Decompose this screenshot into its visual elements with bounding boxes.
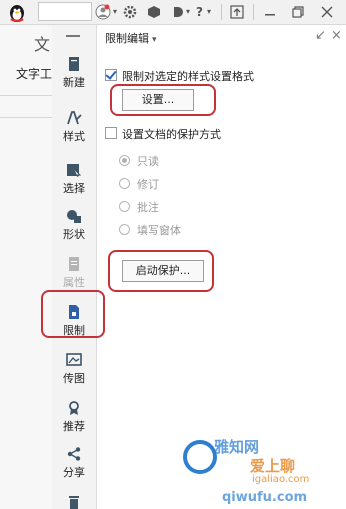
hexagon-icon[interactable] <box>147 5 161 19</box>
sidebar-item-recommend[interactable]: 推荐 <box>52 393 96 439</box>
radio-button[interactable] <box>119 155 130 166</box>
watermark-bottom: qiwufu.com <box>222 490 308 505</box>
select-icon <box>67 164 82 177</box>
collapse-icon[interactable] <box>66 35 80 37</box>
task-pane-sidebar: 新建 样式 选择 形状 属性 限制 传图 推荐 分享 <box>52 25 97 509</box>
sidebar-item-select[interactable]: 选择 <box>52 155 96 201</box>
restrict-format-label: 限制对选定的样式设置格式 <box>122 70 254 83</box>
sidebar-item-label: 传图 <box>63 372 85 385</box>
divider <box>0 117 52 118</box>
option-label: 批注 <box>137 201 159 214</box>
text-tool-label[interactable]: 文字工 <box>16 65 52 82</box>
chevron-down-icon[interactable]: ▾ <box>207 4 211 20</box>
watermark-brand: 雅知网 <box>214 438 260 456</box>
minimize-icon[interactable] <box>263 5 277 19</box>
restrict-format-row[interactable]: 限制对选定的样式设置格式 <box>105 68 254 84</box>
help-icon[interactable]: ? <box>196 4 203 20</box>
window-restore-icon[interactable] <box>230 5 244 19</box>
highlight-restrict-sidebar-item <box>41 290 105 338</box>
text-tool-icon[interactable]: 文 <box>34 31 50 55</box>
option-track-changes[interactable]: 修订 <box>119 176 159 192</box>
protect-row[interactable]: 设置文档的保护方式 <box>105 126 221 142</box>
divider <box>0 95 52 96</box>
highlight-start-protection-button <box>108 250 214 292</box>
sidebar-item-label: 分享 <box>63 466 85 479</box>
watermark-logo-icon <box>183 440 217 474</box>
new-icon <box>69 57 79 71</box>
sidebar-item-shapes[interactable]: 形状 <box>52 201 96 247</box>
sidebar-item-styles[interactable]: 样式 <box>52 103 96 149</box>
trash-icon[interactable] <box>66 495 82 509</box>
radio-button[interactable] <box>119 224 130 235</box>
sidebar-item-label: 推荐 <box>63 420 85 433</box>
properties-icon <box>69 257 79 271</box>
recommend-icon <box>69 401 79 415</box>
avatar-icon[interactable] <box>95 4 111 20</box>
styles-icon <box>67 111 82 125</box>
ribbon-area: 文 文字工 <box>0 25 52 509</box>
sidebar-item-properties[interactable]: 属性 <box>52 249 96 295</box>
pin-icon[interactable]: ↙ <box>315 28 326 43</box>
watermark-domain: igaliao.com <box>252 474 310 485</box>
option-label: 填写窗体 <box>137 224 181 237</box>
shapes-icon <box>67 210 81 223</box>
settings-icon[interactable] <box>123 5 137 19</box>
option-fill-forms[interactable]: 填写窗体 <box>119 222 181 238</box>
sidebar-item-new[interactable]: 新建 <box>52 49 96 95</box>
sidebar-item-share[interactable]: 分享 <box>52 439 96 485</box>
sidebar-item-upload-image[interactable]: 传图 <box>52 345 96 391</box>
protect-label: 设置文档的保护方式 <box>122 128 221 141</box>
sidebar-item-label: 选择 <box>63 182 85 195</box>
restore-icon[interactable] <box>291 5 305 19</box>
option-label: 修订 <box>137 178 159 191</box>
upload-image-icon <box>66 353 82 366</box>
option-label: 只读 <box>137 155 159 168</box>
panel-title[interactable]: 限制编辑 ▾ <box>105 30 157 46</box>
option-read-only[interactable]: 只读 <box>119 153 159 169</box>
sidebar-item-label: 属性 <box>63 276 85 289</box>
chevron-down-icon[interactable]: ▾ <box>186 4 190 20</box>
qq-penguin-icon[interactable] <box>6 2 28 22</box>
option-comments[interactable]: 批注 <box>119 199 159 215</box>
close-icon[interactable]: × <box>331 28 342 43</box>
chevron-down-icon: ▾ <box>152 35 157 45</box>
undo-icon[interactable] <box>171 5 185 19</box>
sidebar-item-label: 新建 <box>63 76 85 89</box>
protect-checkbox[interactable] <box>105 127 117 139</box>
divider <box>221 4 222 20</box>
highlight-settings-button <box>110 84 216 116</box>
panel-title-text: 限制编辑 <box>105 32 149 45</box>
chevron-down-icon[interactable]: ▾ <box>113 4 117 20</box>
close-icon[interactable] <box>320 5 334 19</box>
radio-button[interactable] <box>119 178 130 189</box>
restrict-format-checkbox[interactable] <box>105 69 117 81</box>
sidebar-item-label: 形状 <box>63 228 85 241</box>
title-bar: ▾ ▾ ? ▾ <box>0 0 346 25</box>
divider <box>253 4 254 20</box>
share-icon <box>67 447 81 461</box>
radio-button[interactable] <box>119 201 130 212</box>
watermark-domain-cn: 爱上聊 <box>250 457 296 475</box>
title-input-box[interactable] <box>38 2 92 21</box>
sidebar-item-label: 样式 <box>63 130 85 143</box>
